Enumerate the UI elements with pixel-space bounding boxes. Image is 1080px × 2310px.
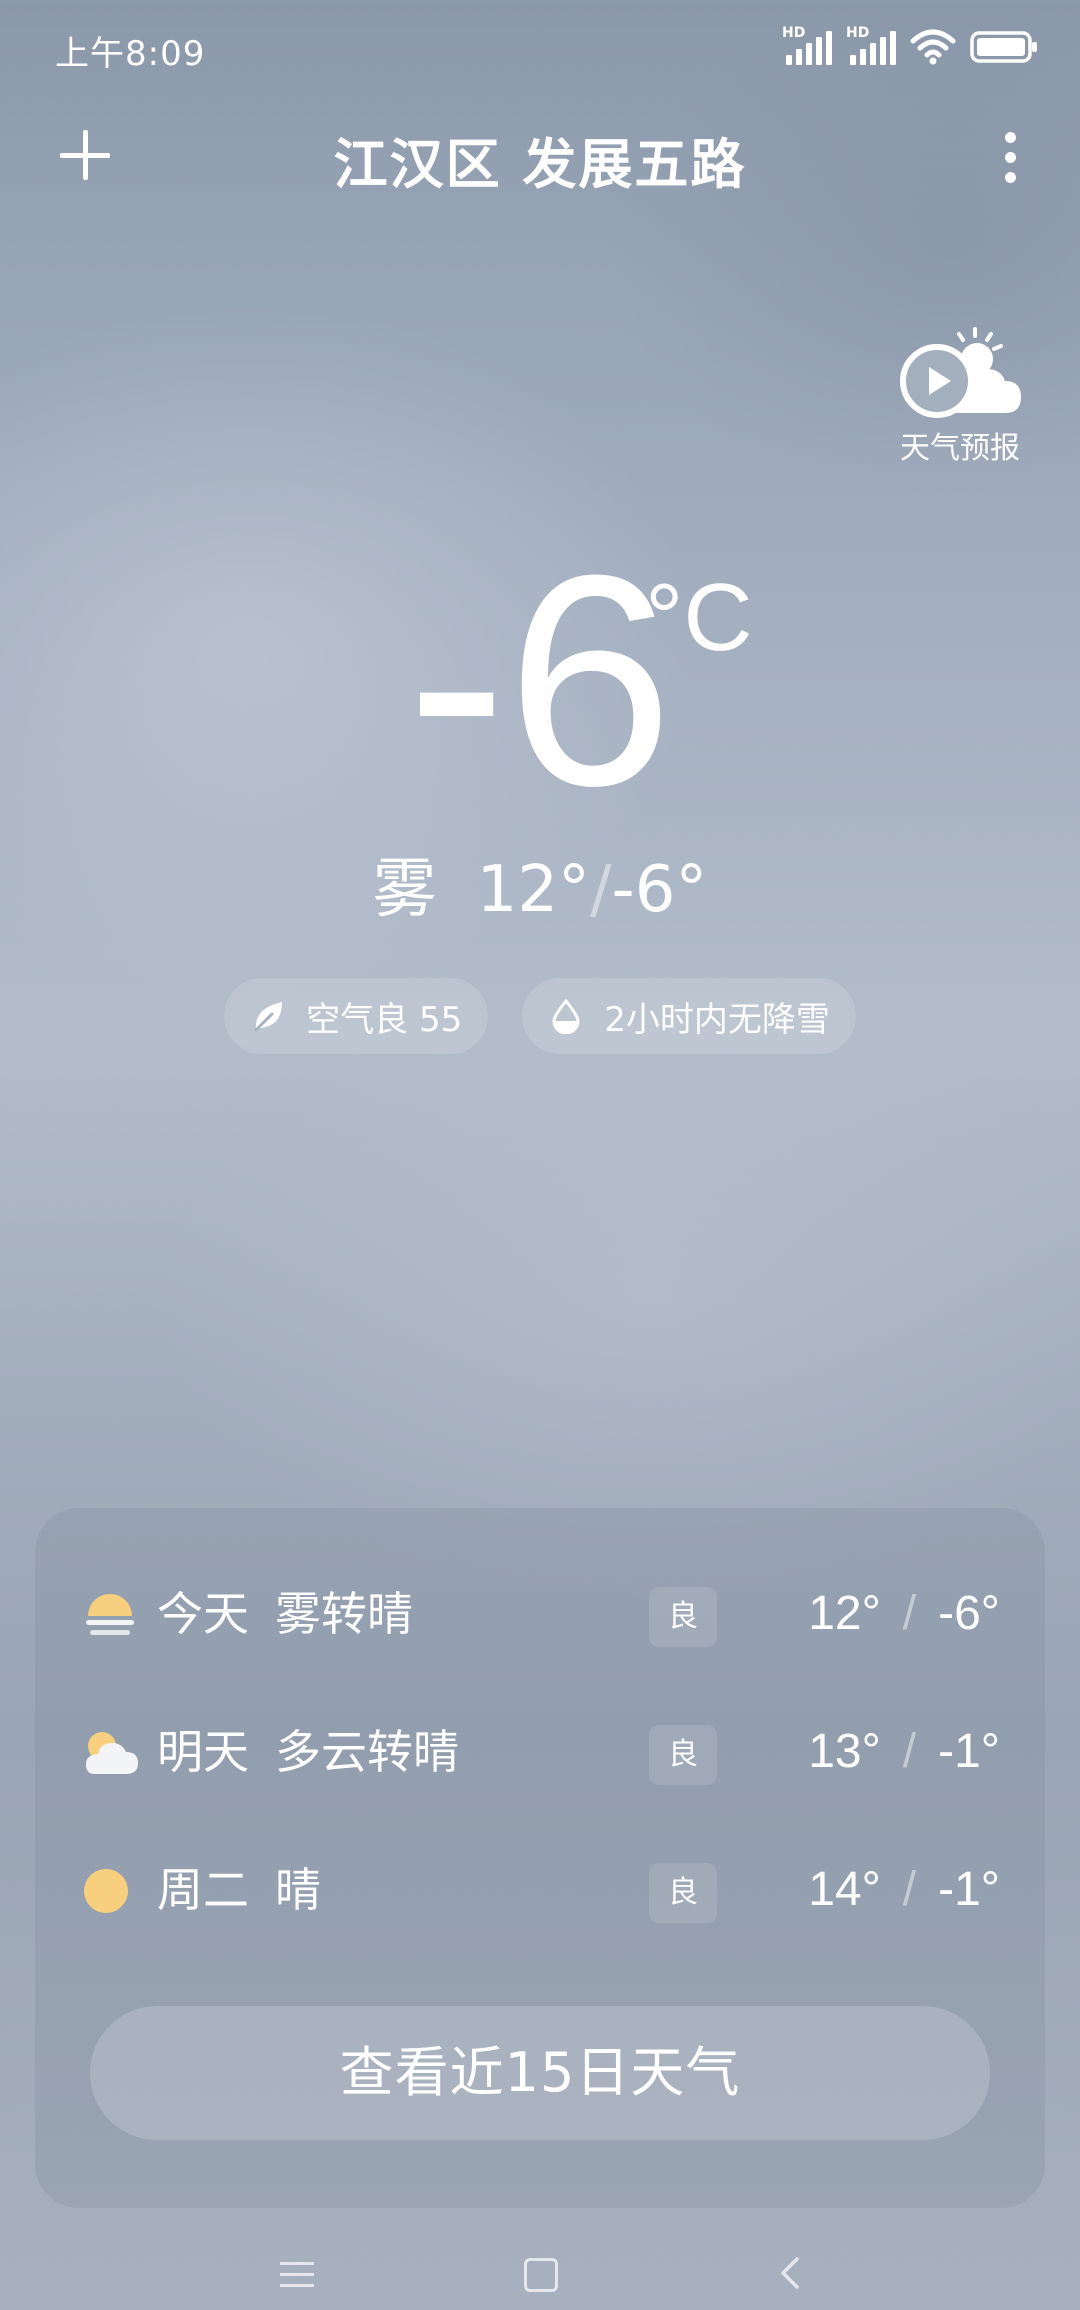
forecast-day: 明天: [157, 1725, 249, 1779]
forecast-card: 今天 雾转晴 良 12° / -6° 明天 多云转晴 良 13° / -1° 周二 晴 …: [35, 1508, 1045, 2208]
forecast-low: -1°: [938, 1725, 1000, 1778]
play-sun-cloud-icon: [900, 327, 1021, 418]
status-bar: 上午8:09 HD HD: [0, 0, 1080, 95]
aqi-badge: 良: [649, 1587, 717, 1647]
more-options-button[interactable]: [990, 128, 1030, 188]
location-title[interactable]: 江汉区 发展五路: [0, 120, 1080, 199]
hd-signal-icon: HD: [782, 25, 832, 67]
more-vertical-icon: [1005, 132, 1016, 143]
fog-sun-icon: [86, 1594, 134, 1635]
forecast-desc: 晴: [275, 1863, 321, 1917]
nav-bar: [0, 2240, 1080, 2310]
aqi-badge: 良: [649, 1725, 717, 1785]
air-quality-chip[interactable]: 空气良 55: [224, 978, 489, 1054]
hd-signal-icon: HD: [846, 25, 896, 67]
menu-icon[interactable]: [280, 2260, 314, 2290]
temperature-unit: °C: [645, 564, 753, 671]
forecast-range: 14° / -1°: [808, 1860, 1000, 1920]
range-separator: /: [902, 1863, 917, 1916]
weather-forecast-video-button[interactable]: 天气预报: [890, 325, 1030, 466]
status-icons: HD HD: [782, 24, 1040, 70]
wifi-icon: [910, 29, 956, 65]
leaf-icon: [254, 1002, 283, 1032]
forecast-high: 12°: [808, 1587, 881, 1640]
sun-icon: [84, 1869, 128, 1913]
hd-label: HD: [782, 25, 806, 41]
partly-cloudy-icon: [86, 1732, 138, 1774]
battery-icon: [970, 31, 1037, 63]
forecast-row-tuesday[interactable]: 周二 晴 良 14° / -1°: [35, 1836, 1045, 1946]
low-temp: -6°: [611, 853, 708, 927]
precipitation-label: 2小时内无降雪: [604, 999, 830, 1040]
status-time: 上午8:09: [55, 34, 206, 74]
header: 江汉区 发展五路: [0, 110, 1080, 200]
forecast-row-today[interactable]: 今天 雾转晴 良 12° / -6°: [35, 1560, 1045, 1670]
condition-line: 雾 12°/-6°: [0, 850, 1080, 930]
water-drop-icon: [552, 998, 580, 1034]
temp-separator: /: [590, 853, 612, 927]
forecast-day: 今天: [157, 1587, 249, 1641]
forecast-range: 13° / -1°: [808, 1722, 1000, 1782]
forecast-range: 12° / -6°: [808, 1584, 1000, 1644]
home-icon[interactable]: [524, 2258, 558, 2292]
forecast-row-tomorrow[interactable]: 明天 多云转晴 良 13° / -1°: [35, 1698, 1045, 1808]
range-separator: /: [902, 1725, 917, 1778]
back-icon[interactable]: [775, 2256, 805, 2290]
forecast-high: 14°: [808, 1863, 881, 1916]
precipitation-chip[interactable]: 2小时内无降雪: [522, 978, 856, 1054]
condition-text: 雾: [372, 853, 437, 927]
hd-label: HD: [846, 25, 870, 41]
air-quality-label: 空气良 55: [306, 999, 463, 1040]
aqi-badge: 良: [649, 1863, 717, 1923]
view-15-day-button[interactable]: 查看近15日天气: [90, 2006, 990, 2140]
range-separator: /: [902, 1587, 917, 1640]
forecast-day: 周二: [157, 1863, 249, 1917]
forecast-desc: 多云转晴: [275, 1725, 459, 1779]
forecast-high: 13°: [808, 1725, 881, 1778]
current-temperature: -6 °C: [0, 512, 1080, 848]
forecast-low: -6°: [938, 1587, 1000, 1640]
forecast-desc: 雾转晴: [275, 1587, 413, 1641]
temperature-value: -6: [406, 512, 674, 848]
info-chips: 空气良 55 2小时内无降雪: [0, 978, 1080, 1054]
forecast-video-label: 天气预报: [900, 431, 1020, 466]
forecast-low: -1°: [938, 1863, 1000, 1916]
high-temp: 12°: [476, 853, 591, 927]
